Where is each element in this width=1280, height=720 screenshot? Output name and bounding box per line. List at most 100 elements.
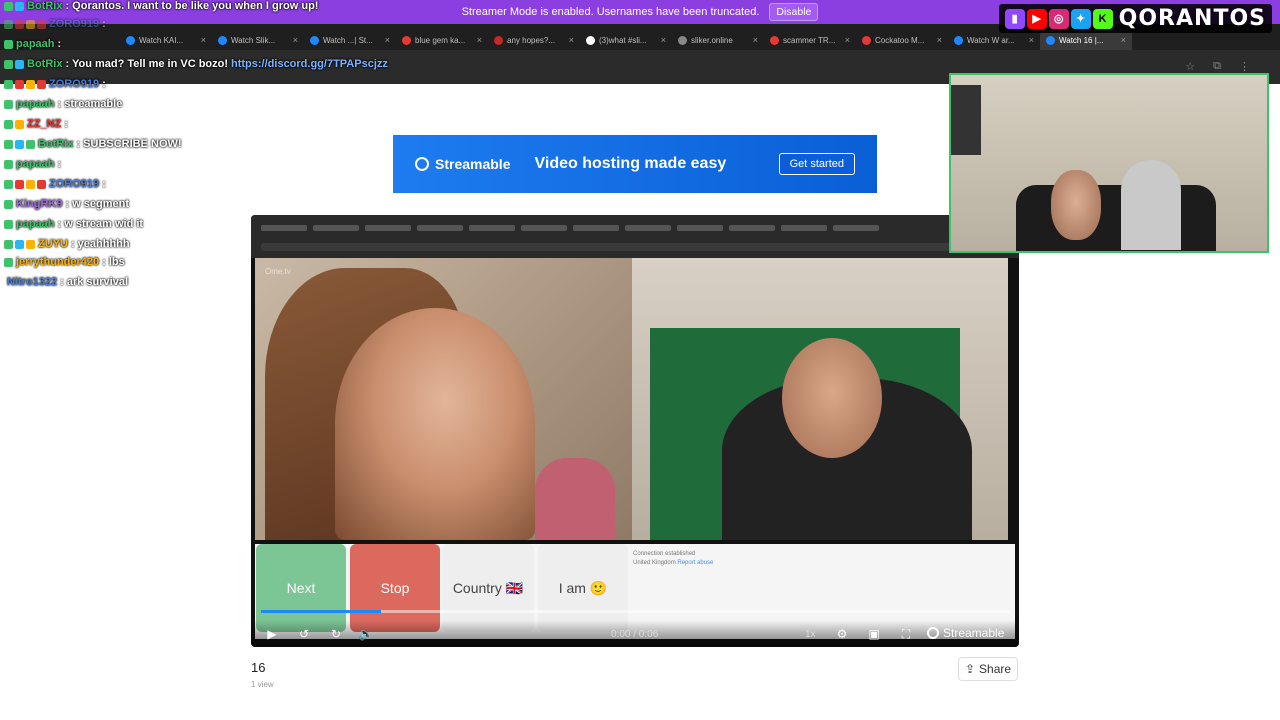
browser-tab[interactable]: Watch W ar... × [948,30,1040,50]
tab-close-icon[interactable]: × [661,35,666,45]
tab-close-icon[interactable]: × [845,35,850,45]
streamable-player-logo[interactable]: Streamable [927,626,1004,640]
instagram-icon: ◎ [1048,8,1069,29]
badge-icon [37,19,46,29]
extension-icon[interactable]: ⧉ [1213,60,1221,73]
chat-badges [4,239,35,249]
twitch-icon: ▮ [1004,8,1025,29]
chat-text: : SUBSCRIBE NOW! [76,138,182,150]
chat-message: BotRix: Qorantos. I want to be like you … [4,0,318,12]
chat-badges [4,79,46,89]
disable-button[interactable]: Disable [769,3,819,21]
youtube-icon: ▶ [1026,8,1047,29]
play-icon[interactable]: ▶ [263,625,281,643]
chat-badges [4,179,46,189]
chat-badges [4,19,46,29]
share-label: Share [979,662,1012,676]
stop-button[interactable]: Stop [350,544,440,632]
settings-icon[interactable]: ⚙ [833,625,851,643]
tab-favicon-icon [862,35,871,45]
badge-icon [26,79,35,89]
tab-close-icon[interactable]: × [477,35,482,45]
chat-text: : Qorantos. I want to be like you when I… [65,0,319,12]
chat-username[interactable]: ZORO919 [49,18,99,30]
tab-close-icon[interactable]: × [569,35,574,45]
chat-username[interactable]: BotRix [38,138,73,150]
video-title: 16 [251,660,266,675]
chat-username[interactable]: ZORO919 [49,178,99,190]
chat-username[interactable]: BotRix [27,0,62,12]
rewind-icon[interactable]: ↺ [295,625,313,643]
i-am-button[interactable]: I am 🙂 [538,544,628,632]
streamer-webcam [949,73,1269,253]
volume-icon[interactable]: 🔈 [357,625,375,643]
badge-icon [4,59,13,69]
progress-bar[interactable] [261,610,1009,613]
tab-close-icon[interactable]: × [753,35,758,45]
badge-icon [4,219,13,229]
tab-label: Watch 16 |... [1059,35,1104,45]
picture-in-picture-icon[interactable]: ▣ [865,625,883,643]
chat-username[interactable]: jerrythunder420 [16,256,99,268]
chat-text: : [64,118,68,130]
tab-favicon-icon [954,35,963,45]
face-emoji-icon: 🙂 [589,579,608,596]
chat-username[interactable]: BotRix [27,58,62,70]
chat-text: : [102,18,106,30]
chat-username[interactable]: papaah [16,218,55,230]
chat-text: : ark survival [60,276,129,288]
chat-badges [4,99,13,109]
browser-tab[interactable]: scammer TR... × [764,30,856,50]
share-button[interactable]: ⇪ Share [958,657,1018,681]
chat-badges [4,119,24,129]
banner-logo: Streamable [415,156,510,172]
browser-tab[interactable]: Cockatoo M... × [856,30,948,50]
tab-label: scammer TR... [783,35,836,45]
fullscreen-icon[interactable]: ⛶ [897,625,915,643]
player-brand: Streamable [943,626,1005,640]
get-started-button[interactable]: Get started [778,153,855,175]
badge-icon [15,1,24,11]
badge-icon [4,199,13,209]
ome-status: Connection established United Kingdom Re… [633,550,1013,568]
next-button[interactable]: Next [256,544,346,632]
chat-message: jerrythunder420: lbs [4,256,125,268]
browser-tab[interactable]: Watch 16 |... × [1040,30,1132,50]
chat-message: BotRix: SUBSCRIBE NOW! [4,138,182,150]
browser-tab[interactable]: (3)what #sli... × [580,30,672,50]
browser-tab[interactable]: sliker.online × [672,30,764,50]
chat-username[interactable]: ZORO919 [49,78,99,90]
chat-message: papaah: w stream wid it [4,218,143,230]
badge-icon [4,257,13,267]
bookmark-star-icon[interactable]: ☆ [1185,60,1195,73]
chat-link[interactable]: https://discord.gg/7TPAPscjzz [231,58,388,70]
report-abuse-link[interactable]: Report abuse [677,560,713,566]
tab-label: any hopes?... [507,35,556,45]
uk-flag-icon: 🇬🇧 [505,579,524,596]
chat-badges [4,39,13,49]
tab-close-icon[interactable]: × [1029,35,1034,45]
chat-username[interactable]: papaah [16,98,55,110]
twitter-icon: ✦ [1070,8,1091,29]
forward-icon[interactable]: ↻ [327,625,345,643]
chat-badges [4,219,13,229]
tab-close-icon[interactable]: × [1121,35,1126,45]
chat-username[interactable]: ZUYU [38,238,68,250]
chat-username[interactable]: ZZ_NZ [27,118,61,130]
chat-text: : w stream wid it [57,218,144,230]
browser-tab[interactable]: any hopes?... × [488,30,580,50]
chat-username[interactable]: papaah [16,158,55,170]
chat-badges [4,257,13,267]
chat-username[interactable]: KingRK9 [16,198,62,210]
chat-message: papaah : [4,158,61,170]
menu-icon[interactable]: ⋮ [1239,60,1250,73]
playback-speed[interactable]: 1x [805,629,816,640]
country-button[interactable]: Country 🇬🇧 [442,544,534,632]
chat-message: ZORO919 : [4,178,106,190]
tab-close-icon[interactable]: × [937,35,942,45]
badge-icon [4,179,13,189]
streamable-ad-banner[interactable]: Streamable Video hosting made easy Get s… [393,135,877,193]
chat-username[interactable]: papaah [16,38,55,50]
chat-username[interactable]: Nitro1322 [7,276,57,288]
chat-text: : w segment [65,198,130,210]
